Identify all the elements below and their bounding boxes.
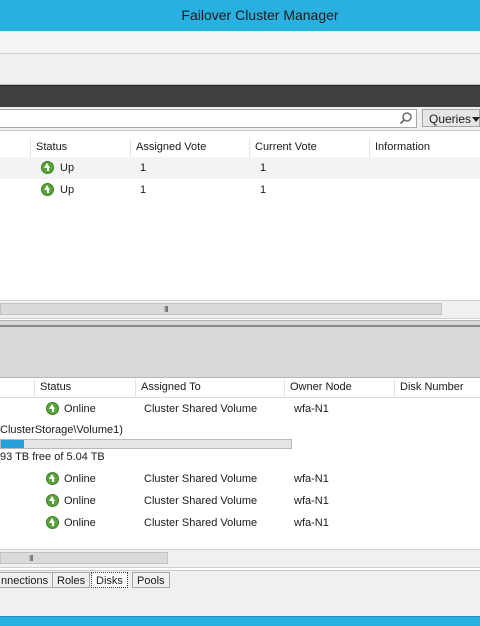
- table-row[interactable]: Online Cluster Shared Volume wfa-N1: [0, 398, 480, 420]
- column-header-assigned-to[interactable]: Assigned To: [135, 379, 284, 397]
- disks-table-header: Status Assigned To Owner Node Disk Numbe…: [0, 379, 480, 398]
- table-row[interactable]: Online Cluster Shared Volume wfa-N1: [0, 490, 480, 512]
- scrollbar-thumb[interactable]: III: [0, 303, 442, 315]
- queries-label: Queries: [429, 112, 472, 126]
- search-row: Queries: [0, 107, 480, 131]
- assigned-vote: 1: [140, 184, 147, 196]
- column-header-disk-number[interactable]: Disk Number: [394, 379, 480, 397]
- queries-button[interactable]: Queries: [422, 109, 480, 127]
- volume-usage-fill: [1, 440, 24, 448]
- status-text: Up: [60, 184, 75, 196]
- owner-node: wfa-N1: [294, 473, 329, 485]
- up-arrow-icon: [46, 516, 59, 529]
- window-title: Failover Cluster Manager: [181, 7, 339, 23]
- assigned-vote: 1: [140, 162, 147, 174]
- volume-free-text: 93 TB free of 5.04 TB: [0, 451, 105, 463]
- toolbar: [0, 54, 480, 85]
- tab-disks[interactable]: Disks: [91, 572, 128, 588]
- tab-strip: nnections Roles Disks Pools: [0, 570, 480, 591]
- owner-node: wfa-N1: [294, 403, 329, 415]
- column-header-information[interactable]: Information: [369, 139, 480, 157]
- assigned-to: Cluster Shared Volume: [144, 495, 258, 507]
- column-header-current-vote[interactable]: Current Vote: [249, 139, 369, 157]
- table-row[interactable]: Online Cluster Shared Volume wfa-N1: [0, 512, 480, 534]
- current-vote: 1: [260, 162, 267, 174]
- assigned-to: Cluster Shared Volume: [144, 473, 258, 485]
- assigned-to: Cluster Shared Volume: [144, 403, 258, 415]
- current-vote: 1: [260, 184, 267, 196]
- search-icon[interactable]: [399, 111, 413, 125]
- horizontal-scrollbar[interactable]: III: [0, 549, 480, 568]
- table-row[interactable]: Up 1 1: [0, 179, 480, 201]
- status-text: Online: [64, 495, 96, 507]
- status-text: Online: [64, 403, 96, 415]
- up-arrow-icon: [41, 183, 54, 196]
- status-text: Online: [64, 517, 96, 529]
- pane-splitter[interactable]: [0, 320, 480, 378]
- grip-icon: III: [164, 305, 169, 314]
- column-header-status[interactable]: Status: [30, 139, 130, 157]
- pane-header-bar: [0, 85, 480, 107]
- status-text: Online: [64, 473, 96, 485]
- horizontal-scrollbar[interactable]: III: [0, 300, 480, 319]
- volume-path: ClusterStorage\Volume1): [0, 424, 123, 436]
- scrollbar-thumb[interactable]: III: [0, 552, 168, 564]
- search-input[interactable]: [0, 109, 417, 128]
- chevron-down-icon: [472, 117, 480, 122]
- up-arrow-icon: [46, 472, 59, 485]
- grip-icon: III: [29, 554, 34, 563]
- table-row[interactable]: Up 1 1: [0, 157, 480, 179]
- bottom-panel: [0, 590, 480, 616]
- owner-node: wfa-N1: [294, 517, 329, 529]
- menu-bar: [0, 31, 480, 54]
- column-header-status[interactable]: Status: [34, 379, 135, 397]
- up-arrow-icon: [41, 161, 54, 174]
- column-header-assigned-vote[interactable]: Assigned Vote: [130, 139, 249, 157]
- owner-node: wfa-N1: [294, 495, 329, 507]
- column-header-owner-node[interactable]: Owner Node: [284, 379, 394, 397]
- title-bar: Failover Cluster Manager: [0, 0, 480, 31]
- up-arrow-icon: [46, 494, 59, 507]
- tab-roles[interactable]: Roles: [52, 572, 91, 588]
- up-arrow-icon: [46, 402, 59, 415]
- tab-pools[interactable]: Pools: [132, 572, 170, 588]
- nodes-table-header: Status Assigned Vote Current Vote Inform…: [0, 139, 480, 158]
- splitter-line: [0, 325, 480, 327]
- tab-connections[interactable]: nnections: [0, 572, 54, 588]
- table-row[interactable]: Online Cluster Shared Volume wfa-N1: [0, 468, 480, 490]
- volume-usage-bar: [0, 439, 292, 449]
- assigned-to: Cluster Shared Volume: [144, 517, 258, 529]
- status-text: Up: [60, 162, 75, 174]
